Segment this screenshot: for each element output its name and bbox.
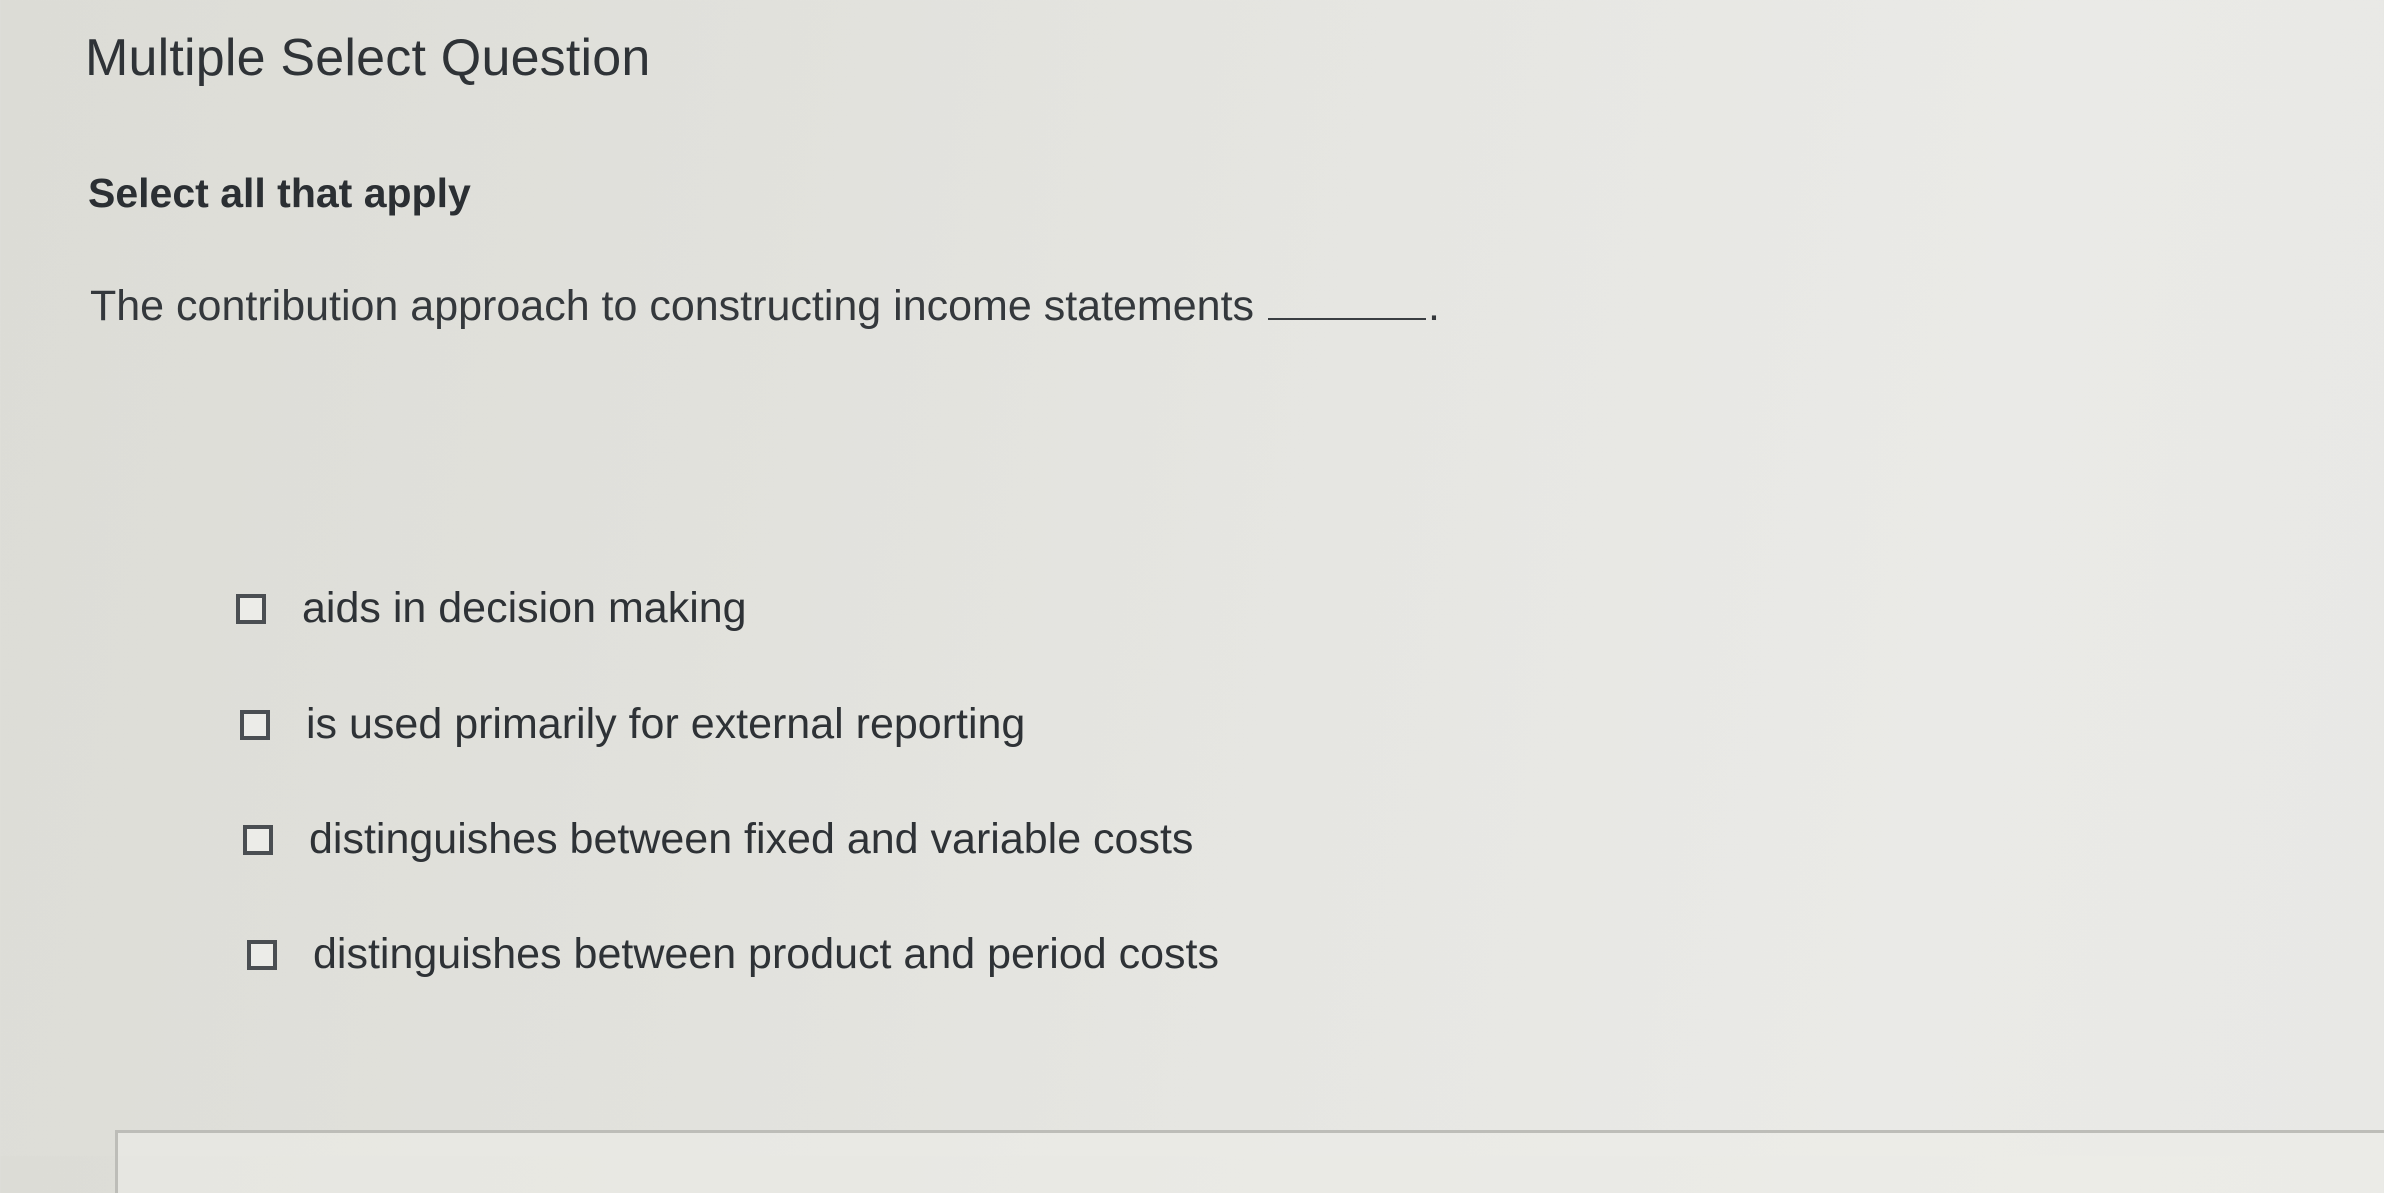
question-prompt: The contribution approach to constructin…	[90, 282, 1440, 331]
checkbox[interactable]	[236, 593, 266, 624]
next-panel-frame	[115, 1130, 2384, 1193]
option-product-period-costs[interactable]: distinguishes between product and period…	[247, 930, 1219, 979]
question-text: The contribution approach to constructin…	[90, 282, 1255, 330]
question-terminator: .	[1428, 282, 1440, 330]
checkbox[interactable]	[243, 824, 273, 855]
answer-blank	[1268, 286, 1427, 320]
option-external-reporting[interactable]: is used primarily for external reporting	[240, 700, 1025, 749]
checkbox[interactable]	[247, 939, 277, 970]
option-label: distinguishes between fixed and variable…	[309, 815, 1194, 863]
option-label: is used primarily for external reporting	[306, 700, 1026, 748]
option-fixed-variable-costs[interactable]: distinguishes between fixed and variable…	[243, 815, 1193, 864]
option-aids-decision-making[interactable]: aids in decision making	[236, 584, 747, 633]
page-title: Multiple Select Question	[85, 29, 651, 87]
instruction-text: Select all that apply	[88, 170, 471, 216]
option-label: aids in decision making	[302, 584, 747, 632]
checkbox[interactable]	[240, 709, 270, 740]
option-label: distinguishes between product and period…	[313, 930, 1219, 978]
